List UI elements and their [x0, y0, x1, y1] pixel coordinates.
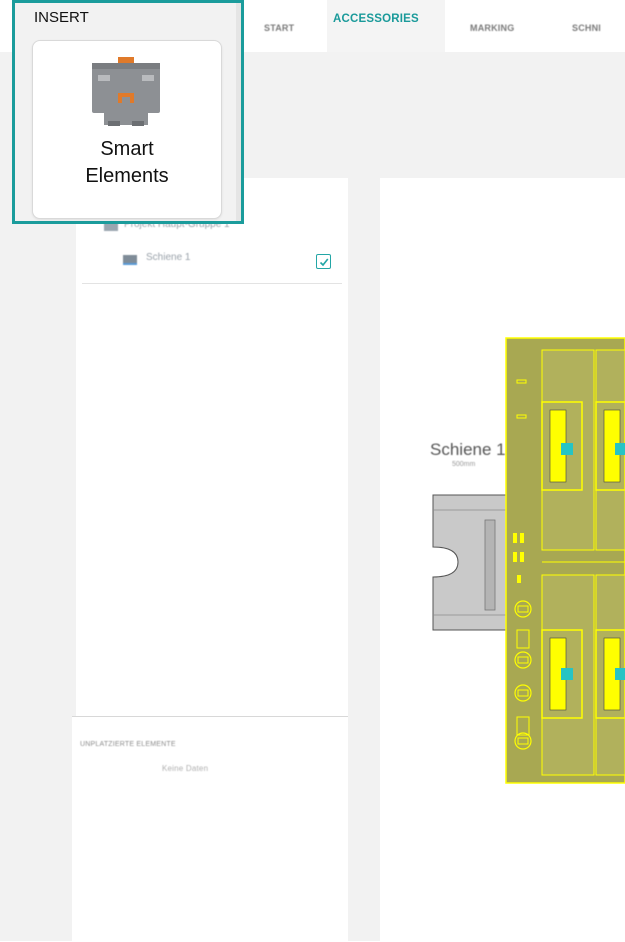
tab-accessories[interactable]: ACCESSORIES — [333, 13, 419, 35]
terminal-assembly[interactable] — [430, 330, 625, 790]
smart-elements-label-line1: Smart — [100, 138, 154, 160]
terminal-block[interactable] — [505, 337, 625, 784]
unplaced-heading: UNPLATZIERTE ELEMENTE — [80, 741, 176, 748]
insert-panel-title: INSERT — [34, 9, 89, 26]
smart-element-icon — [92, 57, 160, 126]
checkmark-icon — [319, 258, 328, 266]
rail-visibility-checkbox[interactable] — [316, 254, 331, 269]
tree-item-rail-label[interactable]: Schiene 1 — [146, 252, 190, 263]
unplaced-empty-text: Keine Daten — [162, 764, 209, 773]
smart-elements-label-line2: Elements — [85, 165, 169, 187]
rail-icon — [123, 255, 137, 265]
insert-panel-scrollbar[interactable] — [236, 3, 241, 221]
tab-marking[interactable]: MARKING — [470, 23, 514, 45]
tree-row-divider — [82, 283, 342, 284]
project-tree-panel — [76, 178, 348, 716]
unplaced-elements-panel — [72, 716, 348, 942]
din-rail[interactable] — [432, 494, 509, 631]
tab-start[interactable]: START — [264, 23, 294, 45]
tab-schnitt[interactable]: SCHNI — [572, 23, 601, 45]
